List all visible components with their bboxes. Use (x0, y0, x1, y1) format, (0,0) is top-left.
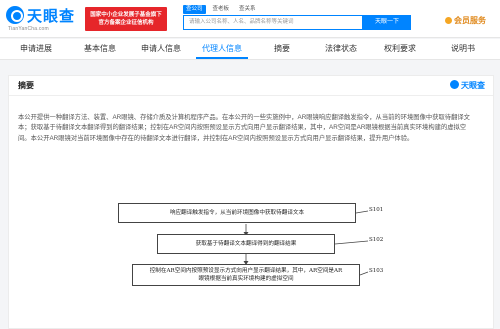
logo-eye-icon (6, 6, 24, 24)
abstract-title: 摘要 (18, 81, 34, 90)
tab-agent-info[interactable]: 代理人信息 (196, 39, 248, 59)
abstract-header: 摘要 天眼查 (9, 76, 493, 96)
step-code-s102: S102 (369, 237, 384, 243)
watermark-eye-icon (450, 80, 459, 89)
patent-nav: 申请进展 基本信息 申请人信息 代理人信息 摘要 法律状态 权利要求 说明书 (0, 39, 500, 60)
watermark-text: 天眼查 (461, 81, 485, 90)
flow-step-s103: 控制在AR空间内按照预设显示方式向用户显示翻译结果，其中，AR空间是AR 眼镜根… (132, 264, 360, 286)
flow-step-s103-line-1: 控制在AR空间内按照预设显示方式向用户显示翻译结果，其中，AR空间是AR (149, 268, 343, 274)
promo-line-2: 官方备案企业征信机构 (98, 20, 154, 26)
search-input[interactable]: 请输入公司名称、人名、品牌名称等关键词 (183, 15, 363, 30)
step-code-s101: S101 (369, 207, 384, 213)
logo-subtext: TianYanCha.com (8, 26, 49, 32)
logo-text: 天眼查 (27, 7, 76, 25)
top-bar: 天眼查 TianYanCha.com 国家中小企业发展子基金旗下 官方备案企业征… (0, 0, 500, 38)
search-tab-relation[interactable]: 查关系 (236, 5, 259, 14)
search-tabs: 查公司 查老板 查关系 (183, 5, 263, 15)
promo-line-1: 国家中小企业发展子基金旗下 (90, 12, 162, 18)
step-code-s103: S103 (369, 268, 384, 274)
flow-step-s102: 获取基于待翻译文本翻译得到的翻译结果 (157, 234, 335, 254)
vip-icon (445, 17, 452, 24)
tab-applicant-info[interactable]: 申请人信息 (135, 39, 187, 59)
search-tab-company[interactable]: 查公司 (183, 5, 206, 14)
watermark-logo: 天眼查 (450, 80, 485, 91)
promo-banner[interactable]: 国家中小企业发展子基金旗下 官方备案企业征信机构 (85, 7, 167, 31)
tab-abstract[interactable]: 摘要 (264, 39, 300, 59)
tab-description[interactable]: 说明书 (443, 39, 483, 59)
vip-label: 会员服务 (454, 16, 486, 25)
tab-claims[interactable]: 权利要求 (377, 39, 423, 59)
search-tab-boss[interactable]: 查老板 (210, 5, 233, 14)
tab-legal-status[interactable]: 法律状态 (318, 39, 364, 59)
search-button[interactable]: 天眼一下 (363, 15, 411, 30)
flow-step-s101: 响应翻译触发指令，从当前环境图像中获取待翻译文本 (118, 203, 356, 223)
abstract-text: 本公开提供一种翻译方法、装置、AR眼镜、存储介质及计算机程序产品。在本公开的一些… (18, 114, 470, 142)
flow-step-s103-line-2: 眼镜根据当前真实环境构建的虚拟空间 (198, 276, 294, 282)
logo[interactable]: 天眼查 TianYanCha.com (6, 5, 86, 33)
tab-application-progress[interactable]: 申请进展 (10, 39, 62, 59)
tab-basic-info[interactable]: 基本信息 (74, 39, 126, 59)
vip-service-link[interactable]: 会员服务 (445, 15, 486, 26)
